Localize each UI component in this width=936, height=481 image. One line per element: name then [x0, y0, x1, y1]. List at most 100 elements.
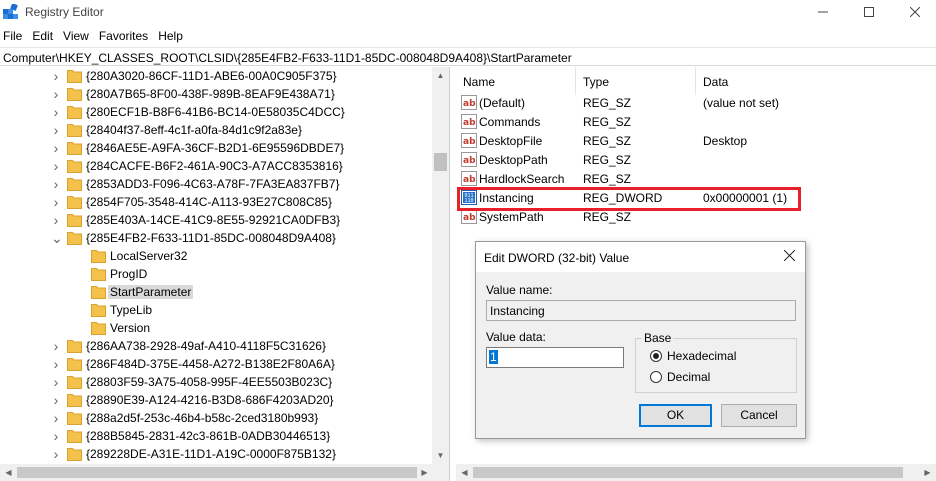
tree-scroll-thumb[interactable] [434, 153, 447, 171]
chevron-right-icon[interactable]: › [51, 177, 61, 191]
chevron-right-icon[interactable]: › [51, 393, 61, 407]
chevron-right-icon[interactable]: › [51, 87, 61, 101]
string-value-icon: ab [461, 95, 477, 110]
menu-edit[interactable]: Edit [29, 27, 60, 45]
tree-item[interactable]: › {28803F59-3A75-4058-995F-4EE5503B023C} [0, 373, 432, 391]
values-horizontal-scrollbar[interactable]: ◀ ▶ [456, 464, 936, 481]
tree-item[interactable]: ProgID [0, 265, 432, 283]
hexadecimal-radio[interactable] [650, 350, 662, 362]
tree-item[interactable]: TypeLib [0, 301, 432, 319]
tree-item[interactable]: › {28404f37-8eff-4c1f-a0fa-84d1c9f2a83e} [0, 121, 432, 139]
chevron-right-icon[interactable]: › [51, 195, 61, 209]
chevron-right-icon[interactable]: › [51, 411, 61, 425]
folder-icon [67, 412, 82, 425]
hexadecimal-label[interactable]: Hexadecimal [667, 349, 736, 363]
value-row[interactable]: ab HardlockSearch REG_SZ [456, 169, 936, 188]
folder-icon [67, 70, 82, 83]
chevron-right-icon[interactable]: › [51, 123, 61, 137]
tree-item[interactable]: › {288B5845-2831-42c3-861B-0ADB30446513} [0, 427, 432, 445]
ok-button[interactable]: OK [639, 404, 712, 427]
tree-vertical-scrollbar[interactable]: ▲ ▼ [432, 67, 449, 464]
string-value-icon: ab [461, 209, 477, 224]
minimize-button[interactable] [800, 0, 846, 24]
chevron-right-icon[interactable]: › [51, 213, 61, 227]
chevron-right-icon[interactable]: › [51, 375, 61, 389]
tree-horizontal-scrollbar[interactable]: ◀ ▶ [0, 464, 449, 481]
folder-icon [67, 430, 82, 443]
chevron-right-icon[interactable]: › [51, 105, 61, 119]
tree-item[interactable]: › {2846AE5E-A9FA-36CF-B2D1-6E95596DBDE7} [0, 139, 432, 157]
value-data-input[interactable]: 1 [486, 347, 624, 368]
chevron-down-icon[interactable]: ⌄ [51, 231, 63, 245]
chevron-right-icon[interactable]: › [51, 141, 61, 155]
chevron-right-icon[interactable]: › [51, 447, 61, 461]
values-hscroll-thumb[interactable] [473, 467, 903, 478]
chevron-right-icon[interactable]: › [51, 159, 61, 173]
tree-item[interactable]: › {286F484D-375E-4458-A272-B138E2F80A6A} [0, 355, 432, 373]
tree-item[interactable]: › {288a2d5f-253c-46b4-b58c-2ced3180b993} [0, 409, 432, 427]
tree-item[interactable]: › {280ECF1B-B8F6-41B6-BC14-0E58035C4DCC} [0, 103, 432, 121]
tree-item[interactable]: › {285E403A-14CE-41C9-8E55-92921CA0DFB3} [0, 211, 432, 229]
chevron-right-icon[interactable]: › [51, 357, 61, 371]
value-name: Commands [479, 115, 541, 129]
chevron-right-icon[interactable]: › [51, 339, 61, 353]
svg-text:ab: ab [463, 99, 476, 109]
scroll-down-icon[interactable]: ▼ [432, 447, 449, 464]
folder-icon [67, 106, 82, 119]
scroll-right-icon[interactable]: ▶ [919, 464, 936, 481]
chevron-right-icon[interactable]: › [51, 429, 61, 443]
chevron-right-icon[interactable]: › [51, 69, 61, 83]
tree-item-label: {28404f37-8eff-4c1f-a0fa-84d1c9f2a83e} [86, 123, 302, 137]
decimal-radio[interactable] [650, 371, 662, 383]
tree-item[interactable]: › {2853ADD3-F096-4C63-A78F-7FA3EA837FB7} [0, 175, 432, 193]
key-tree-pane: › {280A3020-86CF-11D1-ABE6-00A0C905F375} ›… [0, 67, 450, 481]
value-type: REG_SZ [583, 134, 632, 148]
menu-view[interactable]: View [60, 27, 96, 45]
value-row[interactable]: ab (Default) REG_SZ (value not set) [456, 93, 936, 112]
maximize-button[interactable] [846, 0, 892, 24]
value-type: REG_SZ [583, 210, 632, 224]
column-header-data[interactable]: Data [696, 67, 936, 95]
scroll-left-icon[interactable]: ◀ [0, 464, 17, 481]
tree-item[interactable]: › {280A3020-86CF-11D1-ABE6-00A0C905F375} [0, 67, 432, 85]
tree-item-label: {289228DE-A31E-11D1-A19C-0000F875B132} [86, 447, 336, 461]
folder-icon [67, 340, 82, 353]
scroll-up-icon[interactable]: ▲ [432, 67, 449, 84]
svg-text:ab: ab [463, 118, 476, 128]
value-type: REG_SZ [583, 96, 632, 110]
value-row[interactable]: ab Commands REG_SZ [456, 112, 936, 131]
tree-item[interactable]: › {286AA738-2928-49af-A410-4118F5C31626} [0, 337, 432, 355]
tree-item[interactable]: › {280A7B65-8F00-438F-989B-8EAF9E438A71} [0, 85, 432, 103]
folder-icon [67, 394, 82, 407]
tree-item[interactable]: › {2854F705-3548-414C-A113-93E27C808C85} [0, 193, 432, 211]
decimal-label[interactable]: Decimal [667, 370, 710, 384]
value-row[interactable]: ab DesktopFile REG_SZ Desktop [456, 131, 936, 150]
menu-favorites[interactable]: Favorites [96, 27, 155, 45]
value-row[interactable]: ab DesktopPath REG_SZ [456, 150, 936, 169]
cancel-button[interactable]: Cancel [721, 404, 797, 427]
value-type: REG_SZ [583, 172, 632, 186]
tree-item[interactable]: › {284CACFE-B6F2-461A-90C3-A7ACC8353816} [0, 157, 432, 175]
scroll-right-icon[interactable]: ▶ [416, 464, 433, 481]
close-button[interactable] [892, 0, 936, 24]
tree-item[interactable]: LocalServer32 [0, 247, 432, 265]
scroll-left-icon[interactable]: ◀ [456, 464, 473, 481]
menu-file[interactable]: File [0, 27, 29, 45]
folder-icon [67, 448, 82, 461]
menu-help[interactable]: Help [155, 27, 190, 45]
dialog-title-bar: Edit DWORD (32-bit) Value [476, 242, 805, 272]
address-bar[interactable]: Computer\HKEY_CLASSES_ROOT\CLSID\{285E4F… [0, 47, 936, 66]
tree-item[interactable]: › {289228DE-A31E-11D1-A19C-0000F875B132} [0, 445, 432, 463]
tree-item[interactable]: › {28890E39-A124-4216-B3D8-686F4203AD20} [0, 391, 432, 409]
close-icon [783, 249, 795, 262]
tree-item[interactable]: StartParameter [0, 283, 432, 301]
tree-item-label: StartParameter [108, 285, 194, 299]
folder-icon [91, 304, 106, 317]
tree-item[interactable]: ⌄ {285E4FB2-F633-11D1-85DC-008048D9A408} [0, 229, 432, 247]
dialog-close-button[interactable] [779, 247, 799, 267]
column-header-type[interactable]: Type [576, 67, 696, 95]
column-header-name[interactable]: Name [456, 67, 576, 95]
tree-hscroll-thumb[interactable] [17, 467, 417, 478]
tree-item-label: {285E4FB2-F633-11D1-85DC-008048D9A408} [86, 231, 336, 245]
tree-item[interactable]: Version [0, 319, 432, 337]
